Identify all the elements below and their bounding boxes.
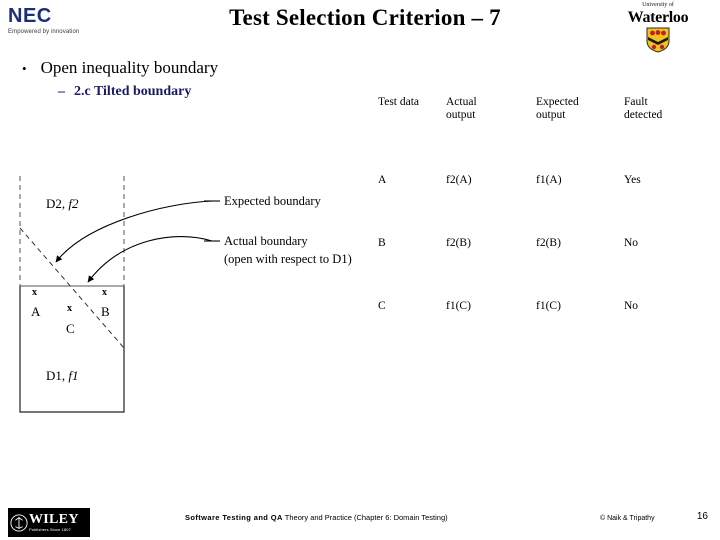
column-header-expected-output-line1: Expected xyxy=(536,96,579,108)
table-row: A f2(A) f1(A) Yes xyxy=(378,174,708,237)
x-mark-a: x xyxy=(32,287,37,298)
actual-boundary-leader-curve xyxy=(87,236,213,283)
waterloo-shield-icon xyxy=(646,27,670,53)
actual-boundary-annotation-line2: (open with respect to D1) xyxy=(224,252,352,266)
column-header-actual-output: Actual output xyxy=(446,96,536,174)
point-label-a: A xyxy=(31,304,41,319)
cell-expected-output: f1(C) xyxy=(536,300,561,312)
cell-actual-output: f2(B) xyxy=(446,237,471,249)
column-header-test-data-line1: Test data xyxy=(378,96,420,108)
cell-fault-detected: No xyxy=(624,300,639,312)
bullet-marker-icon: • xyxy=(22,61,27,76)
point-label-c: C xyxy=(66,321,75,336)
cell-actual-output: f1(C) xyxy=(446,300,471,312)
column-header-expected-output-line2: output xyxy=(536,109,566,121)
test-data-table: Test data Actual output Expected output … xyxy=(378,96,708,363)
page-title: Test Selection Criterion – 7 xyxy=(229,5,501,30)
cell-expected-output: f2(B) xyxy=(536,237,561,249)
cell-fault-detected: No xyxy=(624,237,639,249)
wiley-logo: WILEY Publishers Since 1807 xyxy=(8,508,90,537)
nec-logo: NEC Empowered by innovation xyxy=(8,6,104,38)
waterloo-logo: University of Waterloo xyxy=(610,2,706,58)
bullet-level2-text: 2.c Tilted boundary xyxy=(74,84,192,99)
cell-fault-detected: Yes xyxy=(624,174,641,186)
d2-region-label: D2, f2 xyxy=(46,196,79,211)
table-row: C f1(C) f1(C) No xyxy=(378,300,708,363)
table-header-row: Test data Actual output Expected output … xyxy=(378,96,708,174)
bullet-level1-text: Open inequality boundary xyxy=(40,58,219,77)
point-label-b: B xyxy=(101,304,110,319)
x-mark-c: x xyxy=(67,303,72,314)
cell-expected-output: f1(A) xyxy=(536,174,562,186)
bullet-tilted-boundary: – 2.c Tilted boundary xyxy=(58,84,191,100)
nec-wordmark: NEC xyxy=(8,5,52,27)
column-header-fault-detected-line2: detected xyxy=(624,109,663,121)
footer-source-text: Software Testing and QA Theory and Pract… xyxy=(185,513,448,522)
domain-boundary-diagram: D2, f2 D1, f1 x x x A B C Expected bound… xyxy=(19,176,352,413)
column-header-actual-output-line2: output xyxy=(446,109,476,121)
footer-book-subtitle: Theory and Practice (Chapter 6: Domain T… xyxy=(282,513,448,522)
bullet-open-inequality-boundary: • Open inequality boundary xyxy=(22,58,218,78)
page-number: 16 xyxy=(696,511,708,522)
table-row: B f2(B) f2(B) No xyxy=(378,237,708,300)
column-header-fault-detected-line1: Fault xyxy=(624,96,648,108)
actual-boundary-annotation-line1: Actual boundary xyxy=(224,234,308,248)
footer-copyright: © Naik & Tripathy xyxy=(600,515,655,522)
dash-marker-icon: – xyxy=(58,84,65,99)
cell-test-data: C xyxy=(378,300,386,312)
d1-region-label: D1, f1 xyxy=(46,368,79,383)
footer-book-title: Software Testing and QA xyxy=(185,513,283,522)
column-header-actual-output-line1: Actual xyxy=(446,96,477,108)
wiley-tagline: Publishers Since 1807 xyxy=(29,527,71,532)
x-mark-b: x xyxy=(102,287,107,298)
cell-actual-output: f2(A) xyxy=(446,174,472,186)
wiley-emblem-icon xyxy=(10,513,28,532)
wiley-wordmark: WILEY xyxy=(29,512,79,527)
cell-test-data: A xyxy=(378,174,387,186)
column-header-expected-output: Expected output xyxy=(536,96,624,174)
cell-test-data: B xyxy=(378,237,386,249)
waterloo-university-label: University of xyxy=(642,2,674,8)
expected-boundary-annotation: Expected boundary xyxy=(224,194,322,208)
waterloo-wordmark: Waterloo xyxy=(627,9,689,26)
expected-boundary-leader-curve xyxy=(55,200,213,263)
column-header-test-data: Test data xyxy=(378,96,446,174)
column-header-fault-detected: Fault detected xyxy=(624,96,708,174)
nec-tagline: Empowered by innovation xyxy=(8,29,80,35)
